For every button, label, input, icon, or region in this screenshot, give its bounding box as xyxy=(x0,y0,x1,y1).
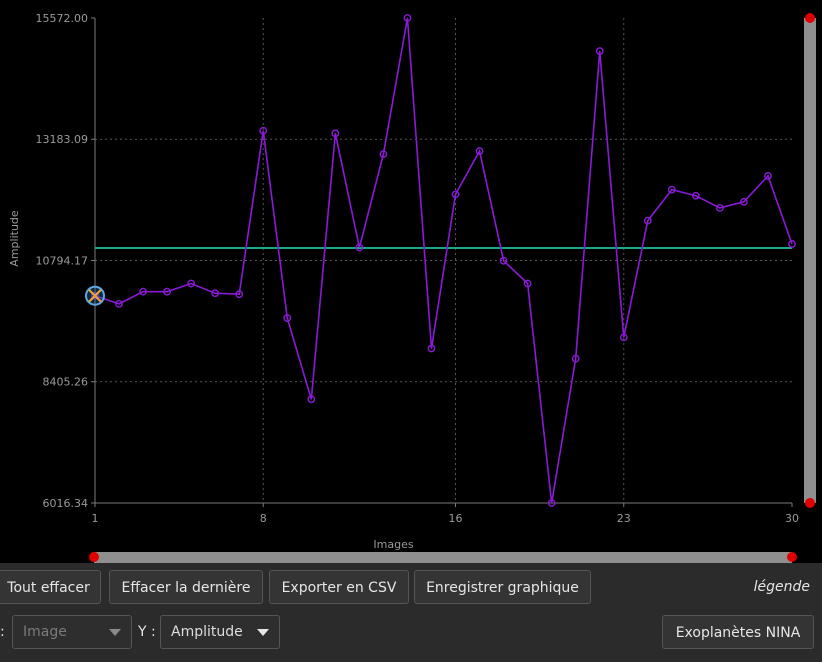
save-chart-button[interactable]: Enregistrer graphique xyxy=(414,570,591,604)
x-tick-label: 23 xyxy=(617,512,631,525)
data-points xyxy=(91,14,796,507)
y-tick-label: 8405.26 xyxy=(43,376,89,389)
x-axis-select-value: Image xyxy=(23,624,67,640)
tick-labels: 15572.00 13183.09 10794.17 8405.26 6016.341 8… xyxy=(36,12,800,525)
y-axis-select[interactable]: Amplitude xyxy=(160,615,280,649)
range-end-handle[interactable] xyxy=(787,552,797,562)
exoplanets-nina-button[interactable]: Exoplanètes NINA xyxy=(662,615,814,649)
chevron-down-icon xyxy=(109,629,121,636)
y-tick-label: 15572.00 xyxy=(36,12,89,25)
y-tick-label: 6016.34 xyxy=(43,497,89,510)
cursor-marker-icon xyxy=(85,285,105,306)
y-axis-selector-label: Y : xyxy=(138,624,156,640)
y-tick-label: 13183.09 xyxy=(36,133,89,146)
y-tick-label: 10794.17 xyxy=(36,255,89,268)
x-axis-title: Images xyxy=(373,538,413,551)
grid xyxy=(95,18,792,503)
x-tick-label: 1 xyxy=(92,512,99,525)
y-axis-title: Amplitude xyxy=(8,210,21,267)
horizontal-range-slider[interactable] xyxy=(89,552,797,563)
y-axis-select-value: Amplitude xyxy=(171,624,243,640)
plot-area: 15572.00 13183.09 10794.17 8405.26 6016.34 1 8… xyxy=(0,0,822,563)
amplitude-chart: 15572.00 13183.09 10794.17 8405.26 6016.341 8… xyxy=(8,12,800,551)
range-top-handle[interactable] xyxy=(805,13,815,23)
x-tick-label: 8 xyxy=(260,512,267,525)
axis-selector-bar: X : Image Y : Amplitude Exoplanètes NINA xyxy=(0,615,822,655)
range-bottom-handle[interactable] xyxy=(805,498,815,508)
legend-toggle[interactable]: légende xyxy=(754,570,810,604)
x-tick-label: 30 xyxy=(785,512,799,525)
x-axis-select[interactable]: Image xyxy=(12,615,132,649)
vertical-range-slider[interactable] xyxy=(804,13,816,508)
axes xyxy=(91,17,793,507)
range-start-handle[interactable] xyxy=(89,552,99,562)
clear-all-button[interactable]: Tout effacer xyxy=(0,570,101,604)
action-toolbar: Tout effacer Effacer la dernière Exporte… xyxy=(0,570,822,610)
series-line xyxy=(94,17,793,504)
chevron-down-icon xyxy=(257,629,269,636)
export-csv-button[interactable]: Exporter en CSV xyxy=(269,570,409,604)
clear-last-button[interactable]: Effacer la dernière xyxy=(109,570,263,604)
x-tick-label: 16 xyxy=(449,512,463,525)
x-axis-selector-label: X : xyxy=(0,624,5,640)
